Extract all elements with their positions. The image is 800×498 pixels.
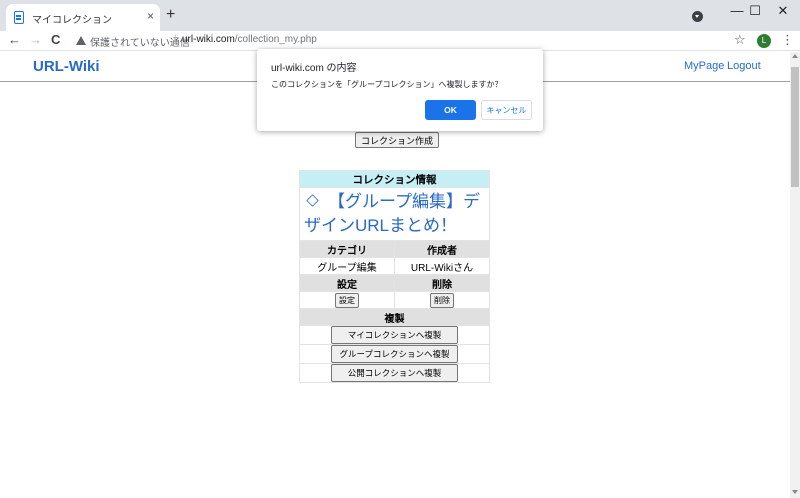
scroll-thumb[interactable]: [791, 67, 799, 187]
maximize-icon[interactable]: ☐: [740, 2, 770, 20]
dialog-cancel-button[interactable]: キャンセル: [481, 100, 532, 120]
collection-info-table: コレクション情報 【グループ編集】デザインURLまとめ！ カテゴリ 作成者 グル…: [299, 170, 490, 383]
copy-to-public-collection-button[interactable]: 公開コレクションへ複製: [331, 364, 458, 382]
page-scrollbar[interactable]: [790, 52, 800, 498]
reload-icon[interactable]: C: [51, 32, 60, 48]
url-domain: url-wiki.com: [182, 34, 235, 45]
copy-group-cell: グループコレクションへ複製: [299, 344, 490, 364]
author-header: 作成者: [394, 240, 490, 258]
confirm-dialog: url-wiki.com の内容 このコレクションを「グループコレクション」へ複…: [257, 49, 543, 131]
url-path: /collection_my.php: [234, 34, 317, 45]
dialog-ok-button[interactable]: OK: [425, 100, 476, 120]
category-header: カテゴリ: [299, 240, 395, 258]
mypage-link[interactable]: MyPage: [684, 60, 724, 72]
delete-header: 削除: [394, 274, 490, 292]
url-separator: |: [174, 34, 177, 45]
tab-close-icon[interactable]: ×: [147, 9, 154, 23]
cube-icon: [306, 194, 319, 207]
tab-strip: マイコレクション × + — ☐ ✕: [0, 0, 800, 31]
copy-my-cell: マイコレクションへ複製: [299, 325, 490, 345]
settings-header: 設定: [299, 274, 395, 292]
dialog-title: url-wiki.com の内容: [271, 63, 357, 74]
logout-link[interactable]: Logout: [727, 60, 761, 72]
delete-cell: 削除: [394, 291, 490, 309]
collection-title[interactable]: 【グループ編集】デザインURLまとめ！: [304, 192, 480, 235]
url-text[interactable]: url-wiki.com/collection_my.php: [182, 34, 317, 45]
delete-button[interactable]: 削除: [430, 292, 454, 308]
category-value: グループ編集: [299, 257, 395, 275]
browser-menu-icon[interactable]: ⋮: [781, 33, 794, 47]
author-value: URL-Wikiさん: [394, 257, 490, 275]
copy-public-cell: 公開コレクションへ複製: [299, 363, 490, 383]
forward-icon[interactable]: →: [29, 32, 42, 48]
address-bar[interactable]: 保護されていない通信 | url-wiki.com/collection_my.…: [72, 33, 752, 49]
site-brand[interactable]: URL-Wiki: [33, 58, 100, 75]
window-close-icon[interactable]: ✕: [768, 2, 798, 20]
profile-avatar[interactable]: L: [757, 34, 771, 48]
dialog-message: このコレクションを「グループコレクション」へ複製しますか？: [271, 80, 503, 89]
scroll-up-icon[interactable]: [792, 54, 798, 58]
back-icon[interactable]: ←: [8, 32, 21, 48]
tab-title: マイコレクション: [32, 15, 112, 26]
warning-icon: [76, 36, 86, 45]
tab-search-icon[interactable]: [692, 11, 703, 22]
scroll-down-icon[interactable]: [792, 490, 798, 494]
create-collection-button[interactable]: コレクション作成: [355, 132, 440, 148]
settings-button[interactable]: 設定: [335, 292, 359, 308]
page-favicon-icon: [14, 11, 24, 24]
copy-to-my-collection-button[interactable]: マイコレクションへ複製: [331, 326, 458, 344]
collection-info-header: コレクション情報: [299, 170, 490, 188]
browser-toolbar: ← → C 保護されていない通信 | url-wiki.com/collecti…: [0, 31, 800, 51]
settings-cell: 設定: [299, 291, 395, 309]
new-tab-icon[interactable]: +: [166, 6, 175, 24]
bookmark-star-icon[interactable]: ☆: [734, 32, 746, 48]
copy-to-group-collection-button[interactable]: グループコレクションへ複製: [331, 345, 458, 363]
collection-title-cell[interactable]: 【グループ編集】デザインURLまとめ！: [299, 187, 490, 241]
browser-tab[interactable]: マイコレクション ×: [6, 4, 160, 31]
copy-header: 複製: [299, 308, 490, 326]
